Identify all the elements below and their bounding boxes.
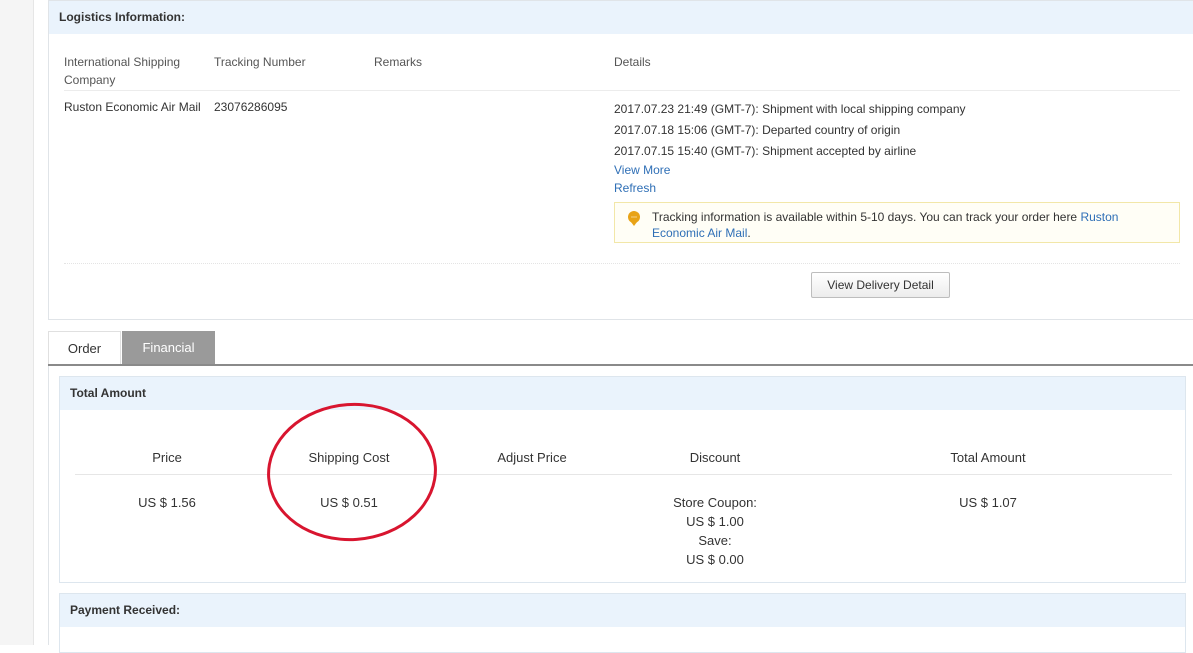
tip-text: Tracking information is available within… [652,210,1119,240]
total-amount-col-header: Total Amount [950,450,1026,465]
row-divider [64,263,1180,264]
refresh-link[interactable]: Refresh [614,181,656,195]
column-header-tracking: Tracking Number [214,55,306,69]
discount-header: Discount [689,450,741,465]
column-header-details: Details [614,55,651,69]
tab-order[interactable]: Order [48,331,121,365]
tracking-number: 23076286095 [214,100,288,114]
tracking-event: 2017.07.18 15:06 (GMT-7): Departed count… [614,123,901,137]
view-delivery-detail-button[interactable]: View Delivery Detail [811,272,950,298]
tracking-event: 2017.07.23 21:49 (GMT-7): Shipment with … [614,102,966,116]
logistics-panel: Logistics Information: International Shi… [48,0,1193,320]
tracking-tip: Tracking information is available within… [614,202,1180,243]
discount-line: US $ 0.00 [686,552,744,567]
total-amount-header: Total Amount [60,377,1185,410]
tab-financial[interactable]: Financial [122,331,215,365]
column-header-remarks: Remarks [374,55,423,69]
payment-received-box: Payment Received: [59,593,1186,653]
price-value: US $ 1.56 [138,495,196,510]
adjust-price-header: Adjust Price [497,450,567,465]
total-amount-box: Total Amount Price Shipping Cost Adjust … [59,376,1186,583]
amount-divider [75,474,1172,475]
total-amount-value: US $ 1.07 [959,495,1017,510]
price-header: Price [152,450,182,465]
tracking-event: 2017.07.15 15:40 (GMT-7): Shipment accep… [614,144,917,158]
discount-value: Store Coupon: US $ 1.00 Save: US $ 0.00 [665,493,765,569]
discount-line: US $ 1.00 [686,514,744,529]
discount-line: Save: [698,533,732,548]
header-divider [64,90,1180,91]
discount-line: Store Coupon: [673,495,757,510]
bulb-icon [628,211,640,226]
financial-area: Total Amount Price Shipping Cost Adjust … [48,366,1193,653]
left-gutter [0,0,34,645]
tab-bar: Order Financial [48,331,1193,366]
column-header-company: International Shipping Company [64,55,181,87]
view-more-link[interactable]: View More [614,163,670,177]
payment-received-header: Payment Received: [60,594,1185,627]
logistics-header: Logistics Information: [49,1,1193,34]
shipping-company: Ruston Economic Air Mail [64,100,201,114]
